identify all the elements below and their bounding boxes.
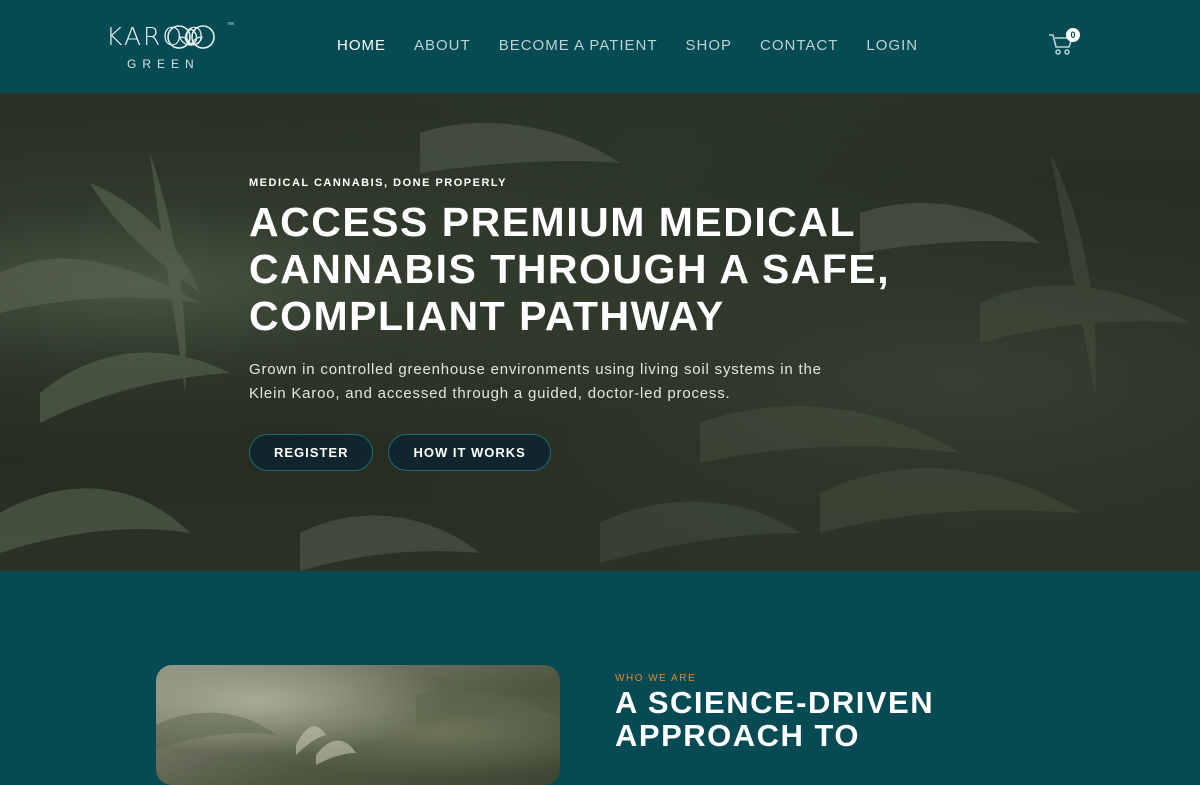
brand-subtitle: GREEN (127, 57, 200, 71)
trademark-symbol: ™ (227, 22, 234, 29)
about-image (156, 665, 560, 785)
about-image-art (156, 691, 560, 765)
about-title: A SCIENCE-DRIVEN APPROACH TO (615, 685, 935, 753)
hero-title: ACCESS PREMIUM MEDICAL CANNABIS THROUGH … (249, 199, 891, 339)
cart-count-badge: 0 (1066, 28, 1080, 42)
about-kicker: WHO WE ARE (615, 673, 697, 684)
hero-section: MEDICAL CANNABIS, DONE PROPERLY ACCESS P… (0, 93, 1200, 571)
leaf-mark-icon (167, 25, 215, 49)
nav-about[interactable]: ABOUT (414, 37, 471, 54)
register-button[interactable]: REGISTER (249, 434, 374, 471)
main-nav: HOME ABOUT BECOME A PATIENT SHOP CONTACT… (337, 37, 946, 54)
how-it-works-button[interactable]: HOW IT WORKS (388, 434, 551, 471)
site-header: KAROO ™ GREEN HOME ABOUT BECOME A PATIEN… (0, 0, 1200, 93)
hero-eyebrow: MEDICAL CANNABIS, DONE PROPERLY (249, 177, 507, 189)
nav-contact[interactable]: CONTACT (760, 37, 838, 54)
nav-home[interactable]: HOME (337, 37, 386, 54)
brand-logo[interactable]: KAROO ™ GREEN (106, 22, 236, 72)
hero-content: MEDICAL CANNABIS, DONE PROPERLY ACCESS P… (249, 177, 969, 471)
nav-login[interactable]: LOGIN (866, 37, 918, 54)
cart-button[interactable]: 0 (1048, 28, 1082, 60)
hero-description: Grown in controlled greenhouse environme… (249, 361, 822, 402)
nav-become-a-patient[interactable]: BECOME A PATIENT (499, 37, 658, 54)
nav-shop[interactable]: SHOP (686, 37, 733, 54)
hero-buttons: REGISTER HOW IT WORKS (249, 434, 969, 471)
about-section: WHO WE ARE A SCIENCE-DRIVEN APPROACH TO (0, 571, 1200, 785)
